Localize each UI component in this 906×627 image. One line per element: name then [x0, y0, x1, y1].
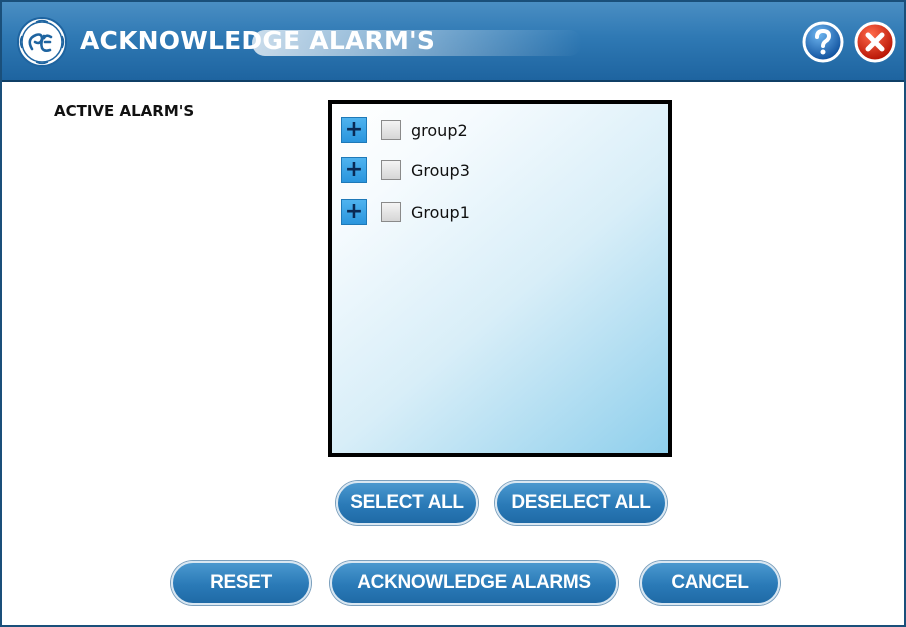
expand-plus-icon[interactable]: + — [341, 157, 367, 183]
tree-item-label: Group3 — [411, 160, 470, 180]
group-checkbox[interactable] — [381, 120, 401, 140]
reset-button[interactable]: RESET — [171, 561, 311, 605]
tree-item-label: group2 — [411, 120, 468, 140]
dialog-title: ACKNOWLEDGE ALARM'S — [80, 26, 436, 55]
tree-item-label: Group1 — [411, 202, 470, 222]
expand-plus-icon[interactable]: + — [341, 199, 367, 225]
help-question-icon[interactable] — [802, 21, 844, 63]
alarm-group-tree[interactable]: + group2 + Group3 + Group1 — [328, 100, 672, 457]
active-alarms-label: ACTIVE ALARM'S — [54, 102, 195, 120]
close-x-icon[interactable] — [854, 21, 896, 63]
group-checkbox[interactable] — [381, 202, 401, 222]
tree-item-group1[interactable]: + Group1 — [341, 198, 470, 226]
deselect-all-button[interactable]: DESELECT ALL — [495, 481, 667, 525]
acknowledge-alarms-button[interactable]: ACKNOWLEDGE ALARMS — [330, 561, 618, 605]
tree-item-group2[interactable]: + group2 — [341, 116, 468, 144]
title-bar[interactable]: ACKNOWLEDGE ALARM'S — [2, 2, 904, 82]
group-checkbox[interactable] — [381, 160, 401, 180]
expand-plus-icon[interactable]: + — [341, 117, 367, 143]
acknowledge-alarms-dialog: ACKNOWLEDGE ALARM'S ACTIVE ALARM'S + gro… — [0, 0, 906, 627]
select-all-button[interactable]: SELECT ALL — [336, 481, 478, 525]
cancel-button[interactable]: CANCEL — [640, 561, 780, 605]
ge-logo-icon — [17, 17, 67, 67]
tree-item-group3[interactable]: + Group3 — [341, 156, 470, 184]
